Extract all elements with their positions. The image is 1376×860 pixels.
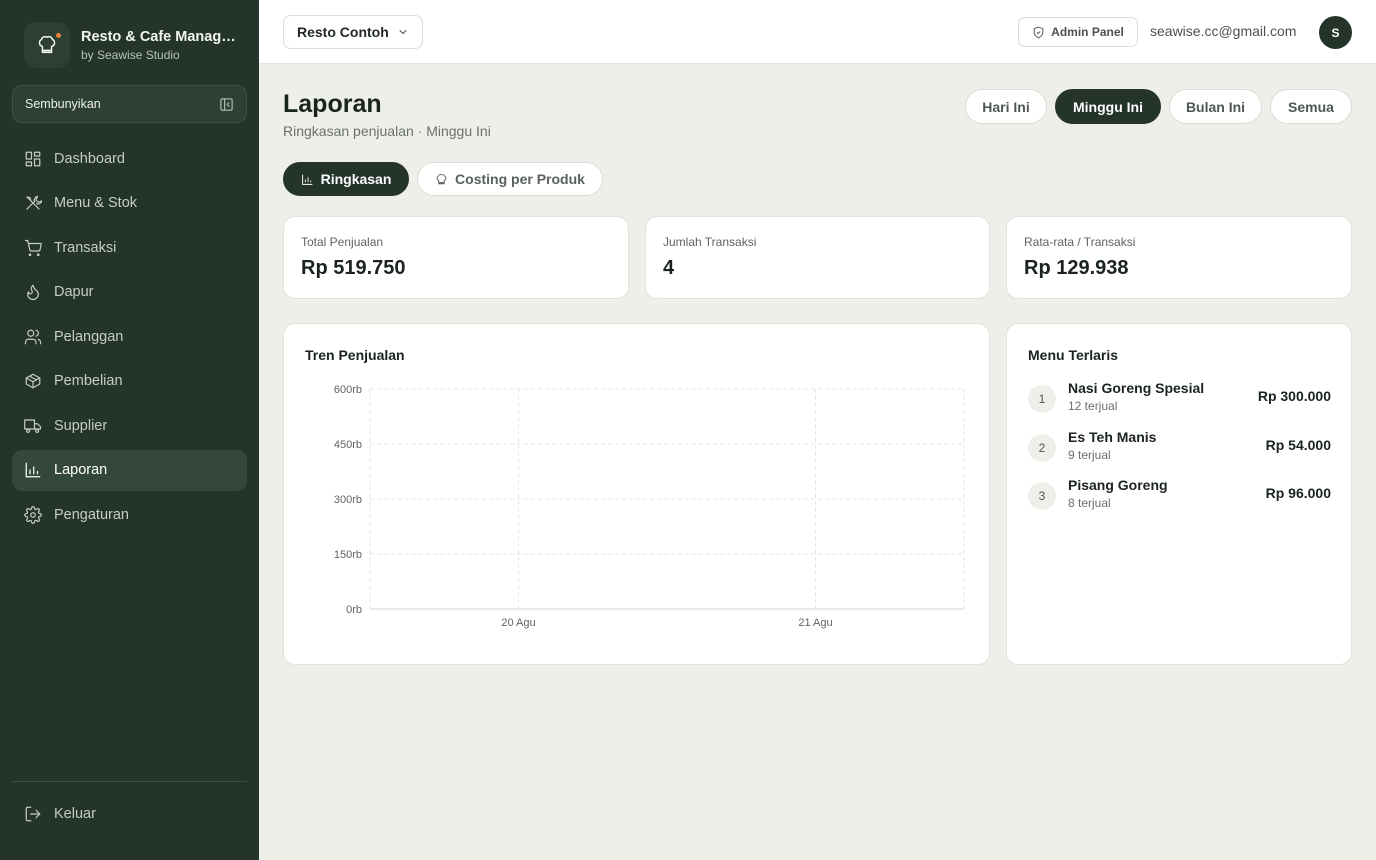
sidebar-item-label: Menu & Stok (54, 195, 138, 211)
sidebar-item-transaksi[interactable]: Transaksi (12, 227, 247, 268)
sidebar-divider (12, 781, 247, 782)
list-item[interactable]: 3 Pisang Goreng 8 terjual Rp 96.000 (1028, 477, 1331, 530)
user-email: seawise.cc@gmail.com (1150, 23, 1297, 39)
stat-value: Rp 519.750 (301, 257, 406, 279)
top-menu-card: Menu Terlaris 1 Nasi Goreng Spesial 12 t… (1006, 323, 1352, 665)
logout-icon (24, 805, 42, 823)
sidebar-item-pelanggan[interactable]: Pelanggan (12, 316, 247, 357)
resto-name: Resto Contoh (297, 24, 389, 40)
sidebar-item-dapur[interactable]: Dapur (12, 272, 247, 313)
top-menu-list: 1 Nasi Goreng Spesial 12 terjual Rp 300.… (1028, 380, 1331, 530)
app-title: Resto & Cafe Management (81, 28, 237, 45)
tab-label: Ringkasan (320, 171, 392, 187)
admin-panel-label: Admin Panel (1051, 25, 1124, 39)
app-subtitle: by Seawise Studio (81, 47, 180, 62)
sidebar-item-dashboard[interactable]: Dashboard (12, 138, 247, 179)
sidebar-item-pengaturan[interactable]: Pengaturan (12, 494, 247, 535)
item-name: Pisang Goreng (1068, 477, 1168, 493)
item-total: Rp 96.000 (1265, 485, 1331, 501)
sidebar-item-menu-stok[interactable]: Menu & Stok (12, 183, 247, 224)
page-title: Laporan (283, 90, 382, 118)
rank-badge: 1 (1028, 385, 1056, 413)
collapse-label: Sembunyikan (25, 97, 101, 111)
item-total: Rp 300.000 (1257, 388, 1331, 404)
brand: Resto & Cafe Management by Seawise Studi… (24, 22, 237, 68)
gear-icon (24, 505, 42, 524)
sidebar-item-label: Laporan (54, 462, 108, 478)
y-tick-label: 600rb (334, 384, 362, 396)
notification-dot (56, 33, 61, 38)
chart-icon (24, 461, 42, 479)
logout-label: Keluar (54, 806, 96, 822)
list-item[interactable]: 1 Nasi Goreng Spesial 12 terjual Rp 300.… (1028, 380, 1331, 433)
sidebar-item-label: Transaksi (54, 239, 117, 256)
logout-button[interactable]: Keluar (12, 794, 247, 834)
chef-hat-logo-icon (24, 22, 70, 68)
stat-label: Total Penjualan (301, 235, 384, 249)
sidebar-item-laporan[interactable]: Laporan (12, 449, 247, 491)
sidebar-nav: Dashboard Menu & Stok Transaksi Dapur Pe… (12, 138, 247, 539)
panel-collapse-icon (220, 97, 233, 111)
trend-chart-card: Tren Penjualan 0rb 150rb 300rb 450rb 600rb 20… (283, 323, 990, 665)
bar-chart-icon (301, 174, 312, 185)
tab-label: Costing per Produk (455, 171, 585, 187)
stat-card-jumlah-transaksi: Jumlah Transaksi 4 (645, 216, 990, 299)
y-tick-label: 0rb (346, 604, 362, 616)
sidebar-item-label: Pembelian (54, 373, 123, 389)
trend-chart-title: Tren Penjualan (305, 347, 405, 363)
trend-chart: 0rb 150rb 300rb 450rb 600rb 20 Agu 21 Agu (334, 384, 965, 629)
package-icon (24, 372, 42, 390)
topbar: Resto Contoh Admin Panel seawise.cc@gmai… (259, 0, 1376, 64)
item-sold: 9 terjual (1068, 447, 1111, 462)
tab-ringkasan[interactable]: Ringkasan (283, 162, 409, 196)
sidebar-item-pembelian[interactable]: Pembelian (12, 361, 247, 402)
item-name: Nasi Goreng Spesial (1068, 380, 1205, 396)
tab-costing-per-produk[interactable]: Costing per Produk (417, 162, 603, 196)
page-subtitle: Ringkasan penjualan · Minggu Ini (283, 123, 491, 139)
flame-icon (24, 283, 42, 301)
item-sold: 8 terjual (1068, 496, 1111, 510)
stat-value: 4 (663, 257, 675, 279)
x-tick-label: 21 Agu (798, 617, 832, 629)
sidebar-item-label: Pelanggan (54, 328, 124, 345)
sidebar-item-label: Dapur (54, 284, 94, 300)
item-total: Rp 54.000 (1265, 436, 1331, 453)
list-item[interactable]: 2 Es Teh Manis 9 terjual Rp 54.000 (1028, 429, 1331, 482)
stat-label: Rata-rata / Transaksi (1024, 235, 1136, 249)
stat-card-rata-rata: Rata-rata / Transaksi Rp 129.938 (1006, 216, 1352, 299)
cart-icon (24, 239, 42, 257)
dashboard-icon (24, 150, 42, 168)
collapse-sidebar-button[interactable]: Sembunyikan (12, 85, 247, 123)
range-tab-bulan-ini[interactable]: Bulan Ini (1169, 89, 1262, 124)
stat-label: Jumlah Transaksi (663, 235, 757, 249)
sidebar-item-label: Supplier (54, 417, 108, 434)
item-name: Es Teh Manis (1068, 428, 1157, 445)
shield-icon (1033, 26, 1044, 38)
item-sold: 12 terjual (1068, 399, 1118, 413)
resto-selector[interactable]: Resto Contoh (283, 15, 423, 49)
admin-panel-button[interactable]: Admin Panel (1018, 17, 1138, 47)
stat-card-total-penjualan: Total Penjualan Rp 519.750 (283, 216, 629, 299)
range-tab-semua[interactable]: Semua (1270, 89, 1352, 124)
range-tab-hari-ini[interactable]: Hari Ini (965, 89, 1047, 124)
range-tab-minggu-ini[interactable]: Minggu Ini (1055, 89, 1161, 124)
sidebar: Resto & Cafe Management by Seawise Studi… (0, 0, 259, 860)
y-tick-label: 300rb (334, 494, 362, 506)
x-tick-label: 20 Agu (501, 617, 535, 629)
y-tick-label: 450rb (334, 439, 362, 451)
rank-badge: 3 (1028, 482, 1056, 510)
users-icon (24, 328, 42, 346)
top-menu-title: Menu Terlaris (1028, 347, 1118, 363)
stat-value: Rp 129.938 (1024, 257, 1129, 279)
truck-icon (24, 417, 42, 435)
utensils-icon (24, 194, 42, 212)
sidebar-item-supplier[interactable]: Supplier (12, 405, 247, 446)
chef-hat-icon (436, 173, 447, 184)
avatar[interactable]: S (1319, 16, 1352, 49)
sidebar-item-label: Dashboard (54, 150, 125, 167)
y-tick-label: 150rb (334, 549, 362, 561)
chevron-down-icon (399, 29, 407, 35)
sidebar-item-label: Pengaturan (54, 506, 129, 523)
rank-badge: 2 (1028, 433, 1056, 462)
